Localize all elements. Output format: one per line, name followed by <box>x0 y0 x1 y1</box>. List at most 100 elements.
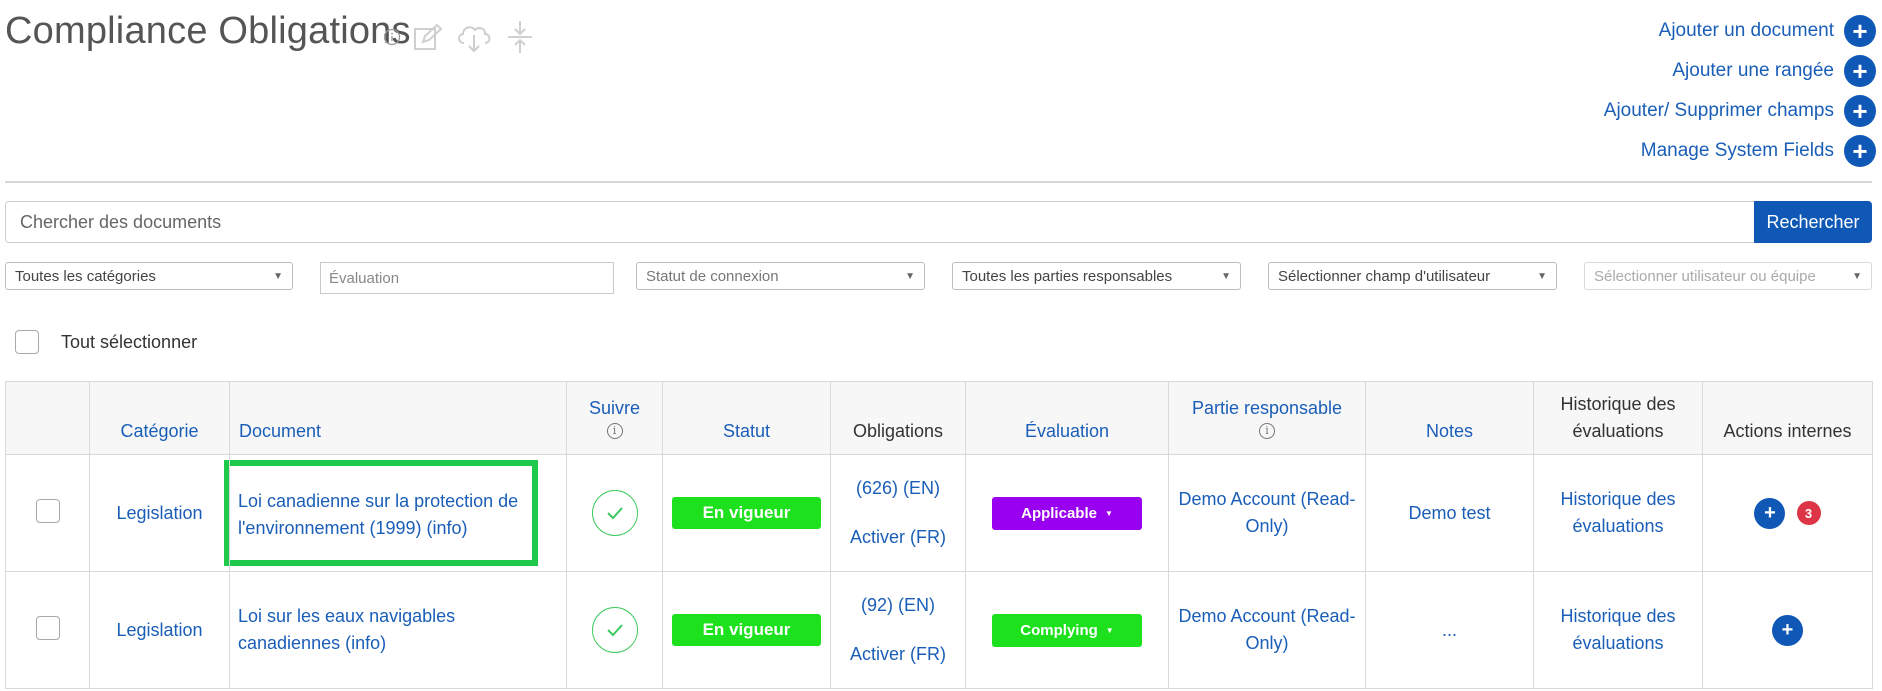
row-checkbox[interactable] <box>35 498 60 523</box>
check-icon[interactable] <box>591 490 638 536</box>
manage-system-fields-link[interactable]: Manage System Fields <box>1641 140 1834 162</box>
add-action-button[interactable]: + <box>1754 497 1786 529</box>
plus-icon[interactable]: + <box>1844 95 1876 127</box>
caret-down-icon: ▼ <box>1104 508 1113 518</box>
status-cell: En vigueur <box>662 454 831 572</box>
evaluation-value: Applicable <box>1021 504 1097 522</box>
info-icon: i <box>606 422 623 439</box>
user-team-select: Sélectionner utilisateur ou équipe ▼ <box>1584 262 1872 290</box>
evaluation-dropdown[interactable]: Applicable ▼ <box>992 496 1142 530</box>
caret-down-icon: ▼ <box>905 270 915 282</box>
select-all-label: Tout sélectionner <box>61 331 198 352</box>
category-cell[interactable]: Legislation <box>89 454 230 572</box>
header-history: Historique des évaluations <box>1533 381 1703 455</box>
history-cell[interactable]: Historique des évaluations <box>1533 454 1703 572</box>
cloud-download-icon[interactable] <box>455 21 493 53</box>
document-actions: Ajouter un document + Ajouter une rangée… <box>1476 11 1876 171</box>
responsible-cell[interactable]: Demo Account (Read-Only) <box>1168 454 1366 572</box>
info-icon[interactable] <box>383 28 401 46</box>
history-cell[interactable]: Historique des évaluations <box>1533 571 1703 689</box>
internal-actions-cell: + <box>1702 571 1873 689</box>
obligations-en-link[interactable]: (92) (EN) <box>839 581 957 630</box>
user-field-value: Sélectionner champ d'utilisateur <box>1278 267 1491 285</box>
header-evaluation[interactable]: Évaluation <box>965 381 1169 455</box>
user-team-value: Sélectionner utilisateur ou équipe <box>1594 267 1816 285</box>
collapse-icon[interactable] <box>505 20 535 54</box>
obligations-fr-link[interactable]: Activer (FR) <box>839 513 957 562</box>
search-input[interactable] <box>5 201 1754 243</box>
internal-actions-cell: + 3 <box>1702 454 1873 572</box>
header-responsible[interactable]: Partie responsable i <box>1168 381 1366 455</box>
row-select-cell <box>5 571 90 689</box>
header-responsible-label: Partie responsable <box>1191 397 1343 418</box>
edit-icon[interactable] <box>413 23 443 51</box>
search-bar: Rechercher <box>5 201 1872 243</box>
header-category[interactable]: Catégorie <box>89 381 230 455</box>
select-all-checkbox[interactable] <box>15 330 39 354</box>
search-button[interactable]: Rechercher <box>1754 201 1872 243</box>
obligations-fr-link[interactable]: Activer (FR) <box>839 630 957 679</box>
evaluation-value: Complying <box>1020 621 1098 639</box>
header-status[interactable]: Statut <box>662 381 831 455</box>
add-row-link[interactable]: Ajouter une rangée <box>1672 60 1834 82</box>
add-document-action[interactable]: Ajouter un document + <box>1476 11 1876 51</box>
category-select[interactable]: Toutes les catégories ▼ <box>5 262 293 290</box>
category-cell[interactable]: Legislation <box>89 571 230 689</box>
evaluation-cell: Complying ▼ <box>965 571 1169 689</box>
title-toolbar <box>383 20 535 54</box>
manage-system-fields-action[interactable]: Manage System Fields + <box>1476 131 1876 171</box>
add-row-action[interactable]: Ajouter une rangée + <box>1476 51 1876 91</box>
obligations-cell: (92) (EN) Activer (FR) <box>830 571 966 689</box>
follow-cell <box>566 571 663 689</box>
caret-down-icon: ▼ <box>273 270 283 282</box>
caret-down-icon: ▼ <box>1537 270 1547 282</box>
row-checkbox[interactable] <box>35 615 60 640</box>
header-follow[interactable]: Suivre i <box>566 381 663 455</box>
header-document[interactable]: Document <box>229 381 567 455</box>
status-cell: En vigueur <box>662 571 831 689</box>
document-cell: Loi canadienne sur la protection de l'en… <box>224 454 567 572</box>
header-select <box>5 381 90 455</box>
row-select-cell <box>5 454 90 572</box>
obligations-en-link[interactable]: (626) (EN) <box>839 464 957 513</box>
caret-down-icon: ▼ <box>1852 270 1862 282</box>
responsible-party-value: Toutes les parties responsables <box>962 267 1173 285</box>
evaluation-dropdown[interactable]: Complying ▼ <box>992 613 1142 647</box>
notes-cell[interactable]: ... <box>1365 571 1534 689</box>
action-count-badge: 3 <box>1796 501 1821 525</box>
connection-status-value: Statut de connexion <box>646 267 779 285</box>
caret-down-icon: ▼ <box>1221 270 1231 282</box>
obligations-cell: (626) (EN) Activer (FR) <box>830 454 966 572</box>
table-row: Legislation Loi sur les eaux navigables … <box>5 571 1873 689</box>
document-link[interactable]: Loi sur les eaux navigables canadiennes … <box>238 606 455 653</box>
plus-icon[interactable]: + <box>1844 15 1876 47</box>
page-title: Compliance Obligations <box>5 10 411 52</box>
status-badge: En vigueur <box>672 614 821 646</box>
manage-fields-action[interactable]: Ajouter/ Supprimer champs + <box>1476 91 1876 131</box>
plus-icon[interactable]: + <box>1844 55 1876 87</box>
check-icon[interactable] <box>591 607 638 653</box>
document-link[interactable]: Loi canadienne sur la protection de l'en… <box>238 491 518 538</box>
add-document-link[interactable]: Ajouter un document <box>1659 20 1834 42</box>
select-all: Tout sélectionner <box>15 330 197 354</box>
header-follow-label: Suivre <box>588 397 641 418</box>
plus-icon[interactable]: + <box>1844 135 1876 167</box>
filter-bar: Toutes les catégories ▼ Statut de connex… <box>5 262 1872 294</box>
notes-cell[interactable]: Demo test <box>1365 454 1534 572</box>
user-field-select[interactable]: Sélectionner champ d'utilisateur ▼ <box>1268 262 1557 290</box>
add-action-button[interactable]: + <box>1772 614 1803 646</box>
document-cell: Loi sur les eaux navigables canadiennes … <box>229 571 567 689</box>
header-notes[interactable]: Notes <box>1365 381 1534 455</box>
evaluation-input[interactable] <box>320 262 614 294</box>
table-row: Legislation Loi canadienne sur la protec… <box>5 454 1873 572</box>
header-internal-actions: Actions internes <box>1702 381 1873 455</box>
evaluation-cell: Applicable ▼ <box>965 454 1169 572</box>
connection-status-select[interactable]: Statut de connexion ▼ <box>636 262 925 290</box>
header-obligations: Obligations <box>830 381 966 455</box>
highlighted-document: Loi canadienne sur la protection de l'en… <box>224 460 538 566</box>
responsible-party-select[interactable]: Toutes les parties responsables ▼ <box>952 262 1241 290</box>
info-icon: i <box>1259 422 1275 439</box>
responsible-cell[interactable]: Demo Account (Read-Only) <box>1168 571 1366 689</box>
manage-fields-link[interactable]: Ajouter/ Supprimer champs <box>1604 100 1834 122</box>
table-header-row: Catégorie Document Suivre i Statut Oblig… <box>5 381 1873 455</box>
